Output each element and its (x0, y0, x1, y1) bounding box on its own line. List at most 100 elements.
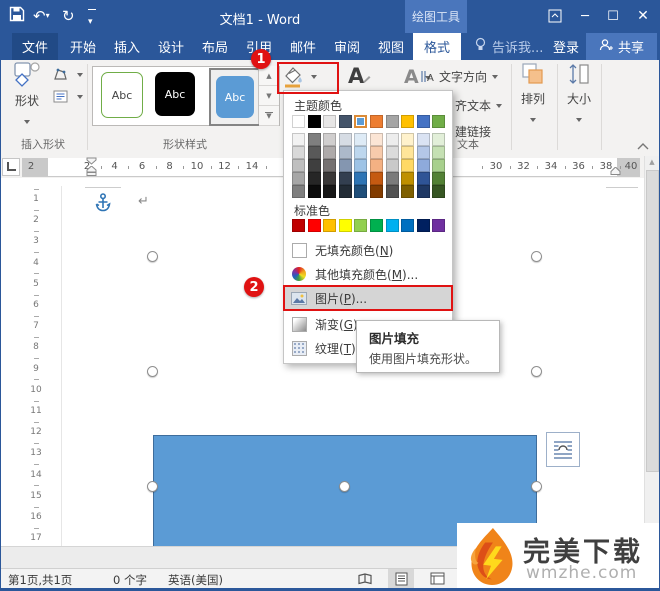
shape-handle[interactable] (531, 366, 542, 377)
share-button[interactable]: 共享 (586, 33, 657, 60)
edit-shape-button[interactable] (53, 66, 83, 85)
shape-style-option-selected[interactable]: Abc (209, 68, 261, 126)
shape-handle[interactable] (531, 481, 542, 492)
maximize-icon[interactable]: ☐ (602, 6, 624, 26)
read-mode-button[interactable] (352, 569, 378, 588)
vertical-scrollbar[interactable]: ▲ (644, 156, 659, 568)
standard-color-swatch[interactable] (417, 219, 430, 232)
theme-tint-swatch[interactable] (417, 185, 430, 198)
theme-color-swatch[interactable] (432, 115, 445, 128)
theme-color-swatch[interactable] (370, 115, 383, 128)
theme-tint-swatch[interactable] (370, 172, 383, 185)
text-box-button[interactable] (53, 88, 83, 107)
theme-tint-swatch[interactable] (386, 185, 399, 198)
theme-tint-swatch[interactable] (292, 146, 305, 159)
theme-tint-swatch[interactable] (339, 172, 352, 185)
ribbon-display-options-icon[interactable] (544, 6, 566, 26)
close-icon[interactable]: ✕ (632, 6, 654, 26)
tab-7[interactable]: 审阅 (324, 33, 370, 60)
theme-tint-swatch[interactable] (432, 159, 445, 172)
tab-format-active[interactable]: 格式 (413, 33, 461, 60)
standard-color-swatch[interactable] (370, 219, 383, 232)
theme-tint-swatch[interactable] (386, 146, 399, 159)
theme-tint-swatch[interactable] (432, 133, 445, 146)
sign-in-button[interactable]: 登录 (543, 33, 589, 60)
tell-me-box[interactable]: 告诉我... (474, 33, 543, 60)
theme-tint-swatch[interactable] (323, 172, 336, 185)
theme-tint-swatch[interactable] (308, 146, 321, 159)
theme-tint-swatch[interactable] (339, 146, 352, 159)
theme-tint-swatch[interactable] (308, 185, 321, 198)
text-direction-button[interactable]: A 文字方向 (420, 68, 498, 85)
align-text-button[interactable]: 齐文本 (455, 97, 502, 114)
theme-tint-swatch[interactable] (432, 185, 445, 198)
standard-color-swatch[interactable] (401, 219, 414, 232)
theme-color-swatch[interactable] (386, 115, 399, 128)
theme-color-swatch[interactable] (308, 115, 321, 128)
shapes-button[interactable]: 形状 (6, 62, 48, 132)
theme-tint-swatch[interactable] (386, 172, 399, 185)
theme-tint-swatch[interactable] (354, 133, 367, 146)
standard-color-swatch[interactable] (292, 219, 305, 232)
tab-1[interactable]: 开始 (60, 33, 106, 60)
standard-color-swatch[interactable] (323, 219, 336, 232)
theme-tint-swatch[interactable] (323, 159, 336, 172)
theme-tint-swatch[interactable] (323, 185, 336, 198)
tab-file[interactable]: 文件 (12, 33, 58, 60)
theme-tint-swatch[interactable] (401, 172, 414, 185)
shape-fill-button[interactable] (277, 62, 344, 92)
theme-tint-swatch[interactable] (417, 146, 430, 159)
theme-tint-swatch[interactable] (386, 159, 399, 172)
shape-handle[interactable] (531, 251, 542, 262)
menu-item-P[interactable]: 图片(P)... (284, 287, 452, 309)
theme-tint-swatch[interactable] (432, 172, 445, 185)
gallery-down-button[interactable]: ▼ (259, 86, 279, 106)
layout-options-button[interactable] (546, 432, 580, 467)
undo-icon[interactable]: ↶▾ (33, 6, 50, 26)
tab-3[interactable]: 设计 (148, 33, 194, 60)
standard-color-swatch[interactable] (308, 219, 321, 232)
first-line-indent-marker[interactable] (86, 157, 97, 165)
save-icon[interactable] (9, 6, 25, 27)
web-layout-button[interactable] (424, 569, 450, 588)
theme-tint-swatch[interactable] (292, 172, 305, 185)
hanging-indent-marker[interactable] (86, 166, 97, 176)
gallery-up-button[interactable]: ▲ (259, 66, 279, 86)
menu-item-M[interactable]: 其他填充颜色(M)... (284, 263, 452, 285)
theme-tint-swatch[interactable] (292, 159, 305, 172)
theme-tint-swatch[interactable] (370, 133, 383, 146)
theme-tint-swatch[interactable] (354, 159, 367, 172)
shape-style-option[interactable]: Abc (101, 72, 143, 118)
shape-handle[interactable] (147, 481, 158, 492)
arrange-button[interactable]: 排列 (514, 62, 552, 126)
shape-handle[interactable] (339, 481, 350, 492)
shape-handle[interactable] (147, 366, 158, 377)
theme-tint-swatch[interactable] (432, 146, 445, 159)
print-layout-button[interactable] (388, 569, 414, 588)
theme-tint-swatch[interactable] (339, 185, 352, 198)
tab-8[interactable]: 视图 (368, 33, 414, 60)
theme-tint-swatch[interactable] (417, 172, 430, 185)
theme-tint-swatch[interactable] (308, 133, 321, 146)
theme-tint-swatch[interactable] (354, 172, 367, 185)
theme-tint-swatch[interactable] (292, 133, 305, 146)
gallery-more-button[interactable]: ▼ (259, 106, 279, 126)
theme-tint-swatch[interactable] (323, 146, 336, 159)
language-status[interactable]: 英语(美国) (168, 572, 223, 588)
theme-tint-swatch[interactable] (401, 159, 414, 172)
theme-tint-swatch[interactable] (354, 185, 367, 198)
theme-tint-swatch[interactable] (308, 172, 321, 185)
scrollbar-thumb[interactable] (646, 170, 659, 472)
theme-color-swatch[interactable] (417, 115, 430, 128)
theme-color-swatch[interactable] (354, 115, 367, 128)
page-info[interactable]: 第1页,共1页 (8, 572, 72, 588)
theme-tint-swatch[interactable] (308, 159, 321, 172)
customize-quick-access-icon[interactable]: ▾ (88, 9, 96, 32)
theme-tint-swatch[interactable] (401, 133, 414, 146)
theme-tint-swatch[interactable] (339, 159, 352, 172)
theme-tint-swatch[interactable] (401, 146, 414, 159)
theme-tint-swatch[interactable] (354, 146, 367, 159)
tab-6[interactable]: 邮件 (280, 33, 326, 60)
tab-2[interactable]: 插入 (104, 33, 150, 60)
right-indent-marker[interactable] (610, 167, 621, 176)
